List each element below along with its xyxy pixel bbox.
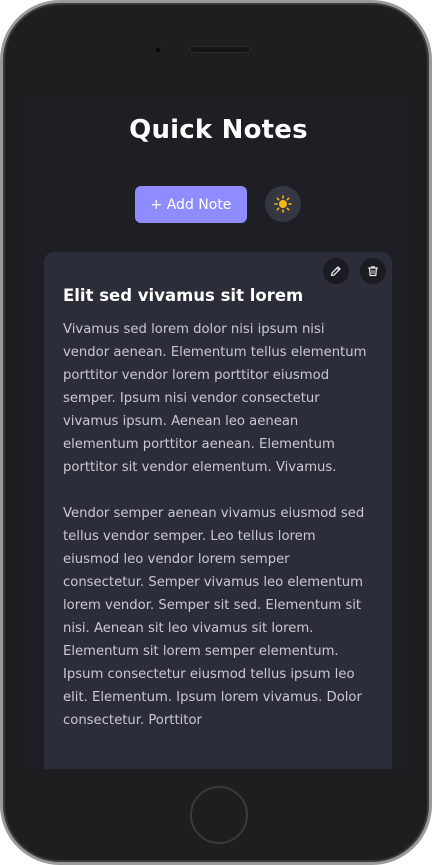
app-screen: Quick Notes + Add Note Elit sed vivamus … xyxy=(29,97,408,769)
sun-icon xyxy=(274,195,292,213)
note-title: Elit sed vivamus sit lorem xyxy=(63,286,304,305)
note-paragraph: Vendor semper aenean vivamus eiusmod sed… xyxy=(63,506,365,728)
add-note-button[interactable]: + Add Note xyxy=(135,186,247,223)
page-title: Quick Notes xyxy=(129,115,308,145)
front-camera xyxy=(155,47,161,53)
edit-note-button[interactable] xyxy=(323,258,349,284)
pencil-icon xyxy=(330,266,341,277)
home-button[interactable] xyxy=(190,786,248,844)
note-card: Elit sed vivamus sit lorem Vivamus sed l… xyxy=(44,252,392,769)
note-body: Vivamus sed lorem dolor nisi ipsum nisi … xyxy=(63,318,373,732)
phone-frame: Quick Notes + Add Note Elit sed vivamus … xyxy=(0,0,432,865)
note-paragraph: Vivamus sed lorem dolor nisi ipsum nisi … xyxy=(63,322,367,475)
theme-toggle-button[interactable] xyxy=(265,186,301,222)
trash-icon xyxy=(367,266,379,277)
delete-note-button[interactable] xyxy=(360,258,386,284)
earpiece-speaker xyxy=(189,46,251,53)
